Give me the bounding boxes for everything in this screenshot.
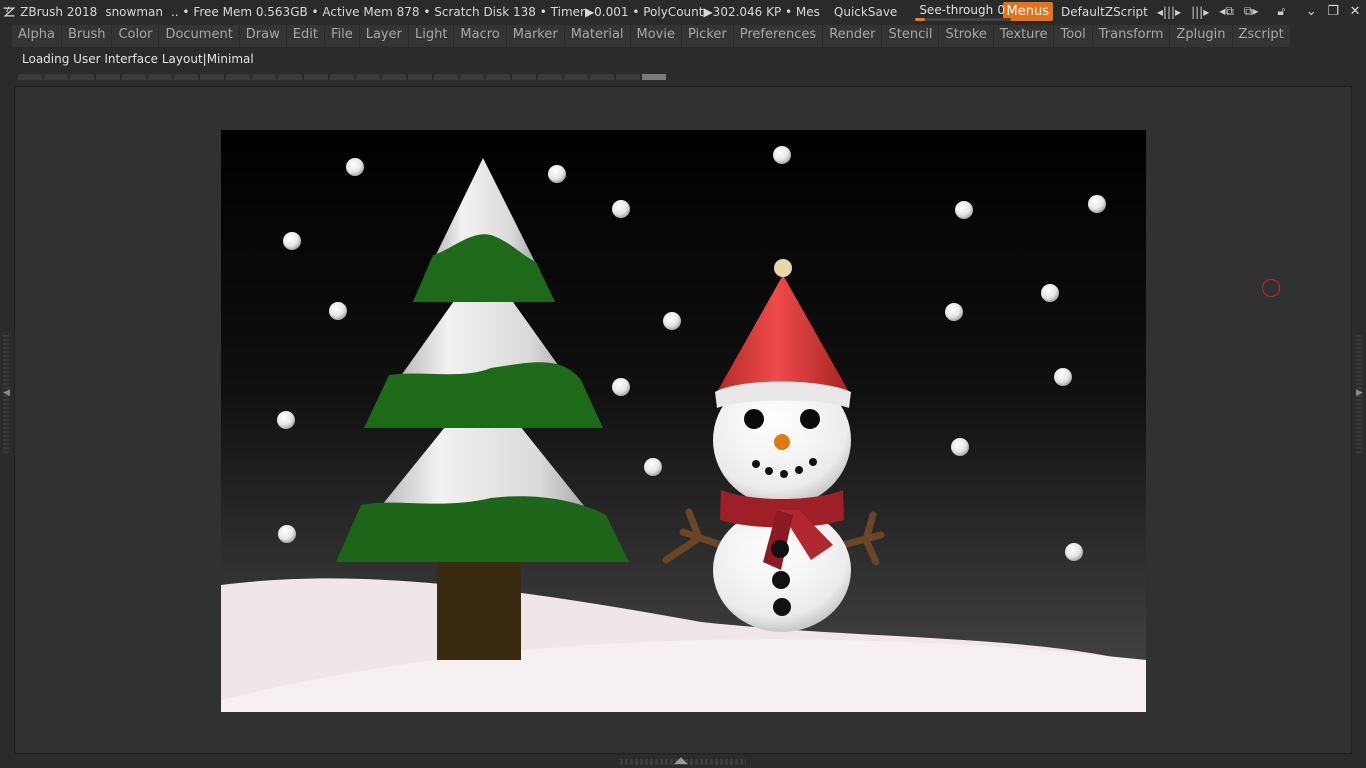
progress-segment <box>486 74 510 80</box>
progress-segment <box>70 74 94 80</box>
menu-marker[interactable]: Marker <box>506 25 565 47</box>
menu-macro[interactable]: Macro <box>454 25 507 47</box>
snowman-scene-image <box>221 130 1146 712</box>
progress-segment <box>382 74 406 80</box>
layout-right-icon[interactable]: ⧉▸ <box>1244 4 1259 19</box>
progress-segment <box>278 74 302 80</box>
see-through-slider[interactable]: See-through 0 <box>915 1 1012 23</box>
app-title: ZBrush 2018 <box>20 4 98 19</box>
progress-segment <box>96 74 120 80</box>
progress-segment <box>200 74 224 80</box>
menu-draw[interactable]: Draw <box>239 25 287 47</box>
menu-color[interactable]: Color <box>112 25 160 47</box>
progress-segment <box>590 74 614 80</box>
progress-segment <box>564 74 588 80</box>
progress-segment <box>408 74 432 80</box>
see-through-value: 0 <box>997 2 1005 17</box>
progress-segment <box>304 74 328 80</box>
minimize-button[interactable]: ⌄ <box>1300 4 1322 19</box>
menu-layer[interactable]: Layer <box>359 25 409 47</box>
progress-segment <box>148 74 172 80</box>
menu-file[interactable]: File <box>324 25 360 47</box>
layout-left-icon[interactable]: ◂⧉ <box>1219 4 1234 19</box>
progress-segment <box>616 74 640 80</box>
menu-stroke[interactable]: Stroke <box>939 25 994 47</box>
menu-zscript[interactable]: Zscript <box>1232 25 1291 47</box>
menu-movie[interactable]: Movie <box>630 25 682 47</box>
quicksave-button[interactable]: QuickSave <box>830 5 901 19</box>
left-tray-arrow-icon[interactable]: ◀ <box>3 388 10 398</box>
see-through-fill <box>915 17 925 21</box>
menu-document[interactable]: Document <box>159 25 240 47</box>
progress-segment <box>226 74 250 80</box>
menu-edit[interactable]: Edit <box>286 25 325 47</box>
progress-segment <box>460 74 484 80</box>
progress-segment <box>122 74 146 80</box>
right-tray-arrow-icon[interactable]: ▶ <box>1356 388 1363 398</box>
menu-picker[interactable]: Picker <box>682 25 734 47</box>
zbrush-logo-icon <box>3 5 16 17</box>
menu-light[interactable]: Light <box>408 25 455 47</box>
progress-segment <box>44 74 68 80</box>
layout-arrows-icon[interactable]: |||▸ <box>1191 5 1209 19</box>
bottom-tray-arrow-icon[interactable]: ◢◣ <box>674 756 688 766</box>
status-text: Loading User Interface Layout|Minimal <box>22 52 254 66</box>
see-through-track[interactable] <box>915 17 1012 21</box>
progress-segment <box>252 74 276 80</box>
menu-render[interactable]: Render <box>823 25 883 47</box>
menu-tool[interactable]: Tool <box>1054 25 1093 47</box>
prev-next-layout-icon[interactable]: ◂|||▸ <box>1157 5 1181 19</box>
brush-cursor-icon <box>1262 279 1280 297</box>
zscript-button[interactable]: DefaultZScript <box>1057 5 1152 19</box>
progress-segment <box>642 74 666 80</box>
progress-segment <box>538 74 562 80</box>
menu-stencil[interactable]: Stencil <box>882 25 940 47</box>
progress-segment <box>356 74 380 80</box>
progress-segment <box>434 74 458 80</box>
loading-progress <box>18 74 668 80</box>
lock-icon[interactable]: 🔓︎ <box>1277 4 1285 19</box>
progress-segment <box>512 74 536 80</box>
progress-segment <box>330 74 354 80</box>
menu-preferences[interactable]: Preferences <box>733 25 824 47</box>
document-name: snowman <box>105 4 163 19</box>
menu-texture[interactable]: Texture <box>993 25 1055 47</box>
menu-bar: Alpha Brush Color Document Draw Edit File Layer… <box>12 25 1291 47</box>
title-bar: ZBrush 2018 snowman .. • Free Mem 0.563G… <box>0 0 1366 23</box>
memory-stats: .. • Free Mem 0.563GB • Active Mem 878 •… <box>170 4 820 19</box>
progress-segment <box>18 74 42 80</box>
menu-material[interactable]: Material <box>564 25 631 47</box>
menu-alpha[interactable]: Alpha <box>12 25 62 47</box>
restore-button[interactable]: ❐ <box>1322 4 1344 19</box>
progress-segment <box>174 74 198 80</box>
menu-brush[interactable]: Brush <box>61 25 113 47</box>
menu-transform[interactable]: Transform <box>1092 25 1171 47</box>
menu-zplugin[interactable]: Zplugin <box>1170 25 1233 47</box>
document-canvas[interactable] <box>221 130 1146 712</box>
see-through-label: See-through <box>919 2 994 17</box>
close-button[interactable]: ✕ <box>1344 4 1366 19</box>
